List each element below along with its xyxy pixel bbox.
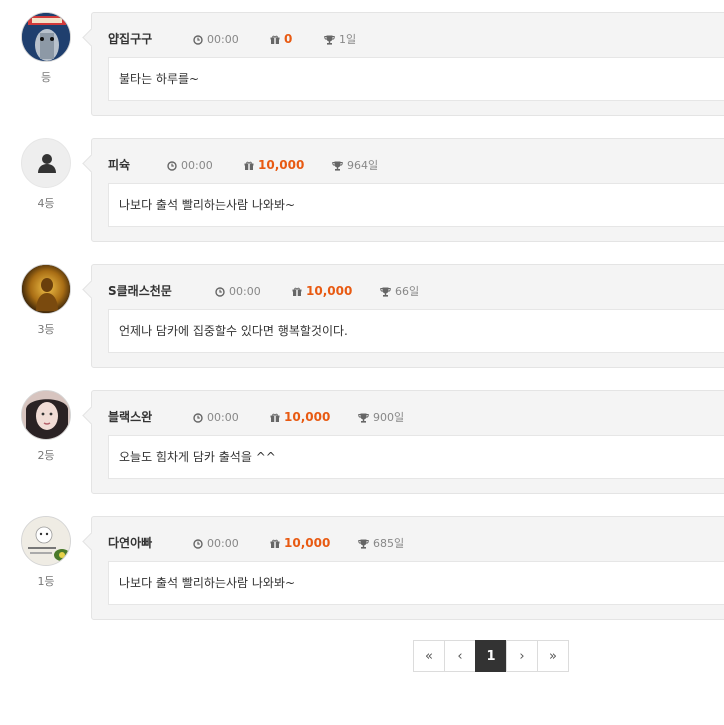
trophy-icon (380, 287, 391, 297)
trophy-icon (332, 161, 343, 171)
avatar[interactable] (21, 138, 71, 188)
time-group: 00:00 (215, 282, 261, 301)
page-button-current[interactable]: 1 (475, 640, 507, 672)
first-page-button[interactable]: « (413, 640, 445, 672)
point-group: 10,000 (270, 408, 330, 426)
avatar-image (22, 265, 70, 313)
nickname[interactable]: 다연아빠 (108, 534, 152, 552)
prev-page-button[interactable]: ‹ (444, 640, 476, 672)
time-value: 00:00 (181, 159, 213, 172)
days-value: 1일 (339, 33, 357, 46)
default-user-icon (38, 154, 56, 173)
days-value: 66일 (395, 285, 420, 298)
days-value: 685일 (373, 537, 405, 550)
card-arrow (82, 280, 101, 299)
card-arrow (82, 532, 101, 551)
nickname[interactable]: 얍집구구 (108, 30, 152, 48)
days-value: 900일 (373, 411, 405, 424)
clock-icon (215, 286, 225, 297)
gift-icon (270, 539, 280, 548)
trophy-icon (358, 539, 369, 549)
gift-icon (292, 287, 302, 296)
time-value: 00:00 (207, 411, 239, 424)
clock-icon (193, 538, 203, 549)
attendance-entry: 3등 S클래스천문 00:00 10,000 66일 언제나 담카에 집중할수 … (0, 264, 724, 370)
avatar[interactable] (21, 12, 71, 62)
attendance-entry: 등 얍집구구 00:00 0 1일 불타는 하루를~ (0, 12, 724, 118)
days-group: 964일 (332, 156, 378, 175)
rank-label: 등 (40, 71, 52, 84)
avatar[interactable] (21, 390, 71, 440)
attendance-entry: 2등 블랙스완 00:00 10,000 900일 오늘도 힘차게 담카 출석을… (0, 390, 724, 496)
avatar[interactable] (21, 516, 71, 566)
point-value: 10,000 (306, 284, 353, 298)
entry-meta: 다연아빠 00:00 10,000 685일 (108, 534, 724, 552)
avatar-image (22, 391, 70, 439)
pagination: « ‹ 1 › » (413, 640, 569, 672)
rank-label: 3등 (37, 323, 55, 336)
avatar[interactable] (21, 264, 71, 314)
avatar-image (22, 13, 70, 61)
time-group: 00:00 (193, 30, 239, 49)
gift-icon (270, 35, 280, 44)
clock-icon (193, 34, 203, 45)
point-group: 10,000 (292, 282, 352, 300)
time-value: 00:00 (207, 33, 239, 46)
comment-text: 언제나 담카에 집중할수 있다면 행복할것이다. (108, 309, 724, 353)
time-value: 00:00 (229, 285, 261, 298)
comment-text: 불타는 하루를~ (108, 57, 724, 101)
days-value: 964일 (347, 159, 379, 172)
card-arrow (82, 154, 101, 173)
trophy-icon (324, 35, 335, 45)
days-group: 685일 (358, 534, 404, 553)
entry-meta: 블랙스완 00:00 10,000 900일 (108, 408, 724, 426)
entry-meta: 피슉 00:00 10,000 964일 (108, 156, 724, 174)
comment-card: 블랙스완 00:00 10,000 900일 오늘도 힘차게 담카 출석을 ^^ (82, 390, 724, 494)
next-page-button[interactable]: › (506, 640, 538, 672)
days-group: 1일 (324, 30, 356, 49)
entry-meta: 얍집구구 00:00 0 1일 (108, 30, 724, 48)
rank-label: 2등 (37, 449, 55, 462)
nickname[interactable]: 피슉 (108, 156, 130, 174)
point-value: 0 (284, 32, 293, 46)
avatar-image (22, 517, 70, 565)
time-value: 00:00 (207, 537, 239, 550)
time-group: 00:00 (193, 534, 239, 553)
comment-card: S클래스천문 00:00 10,000 66일 언제나 담카에 집중할수 있다면… (82, 264, 724, 368)
comment-text: 나보다 출석 빨리하는사람 나와봐~ (108, 183, 724, 227)
last-page-button[interactable]: » (537, 640, 569, 672)
comment-card: 피슉 00:00 10,000 964일 나보다 출석 빨리하는사람 나와봐~ (82, 138, 724, 242)
days-group: 66일 (380, 282, 419, 301)
point-value: 10,000 (258, 158, 305, 172)
point-group: 10,000 (270, 534, 330, 552)
trophy-icon (358, 413, 369, 423)
entry-meta: S클래스천문 00:00 10,000 66일 (108, 282, 724, 300)
days-group: 900일 (358, 408, 404, 427)
point-group: 10,000 (244, 156, 304, 174)
comment-text: 오늘도 힘차게 담카 출석을 ^^ (108, 435, 724, 479)
time-group: 00:00 (167, 156, 213, 175)
card-arrow (82, 406, 101, 425)
time-group: 00:00 (193, 408, 239, 427)
nickname[interactable]: S클래스천문 (108, 282, 172, 300)
attendance-entry: 4등 피슉 00:00 10,000 964일 나보다 출석 빨리하는사람 나와… (0, 138, 724, 244)
point-value: 10,000 (284, 536, 331, 550)
gift-icon (270, 413, 280, 422)
nickname[interactable]: 블랙스완 (108, 408, 152, 426)
clock-icon (167, 160, 177, 171)
card-arrow (82, 28, 101, 47)
comment-text: 나보다 출석 빨리하는사람 나와봐~ (108, 561, 724, 605)
point-value: 10,000 (284, 410, 331, 424)
rank-label: 4등 (37, 197, 55, 210)
clock-icon (193, 412, 203, 423)
point-group: 0 (270, 30, 292, 48)
gift-icon (244, 161, 254, 170)
comment-card: 다연아빠 00:00 10,000 685일 나보다 출석 빨리하는사람 나와봐… (82, 516, 724, 620)
rank-label: 1등 (37, 575, 55, 588)
comment-card: 얍집구구 00:00 0 1일 불타는 하루를~ (82, 12, 724, 116)
attendance-entry: 1등 다연아빠 00:00 10,000 685일 나보다 출석 빨리하는사람 … (0, 516, 724, 622)
